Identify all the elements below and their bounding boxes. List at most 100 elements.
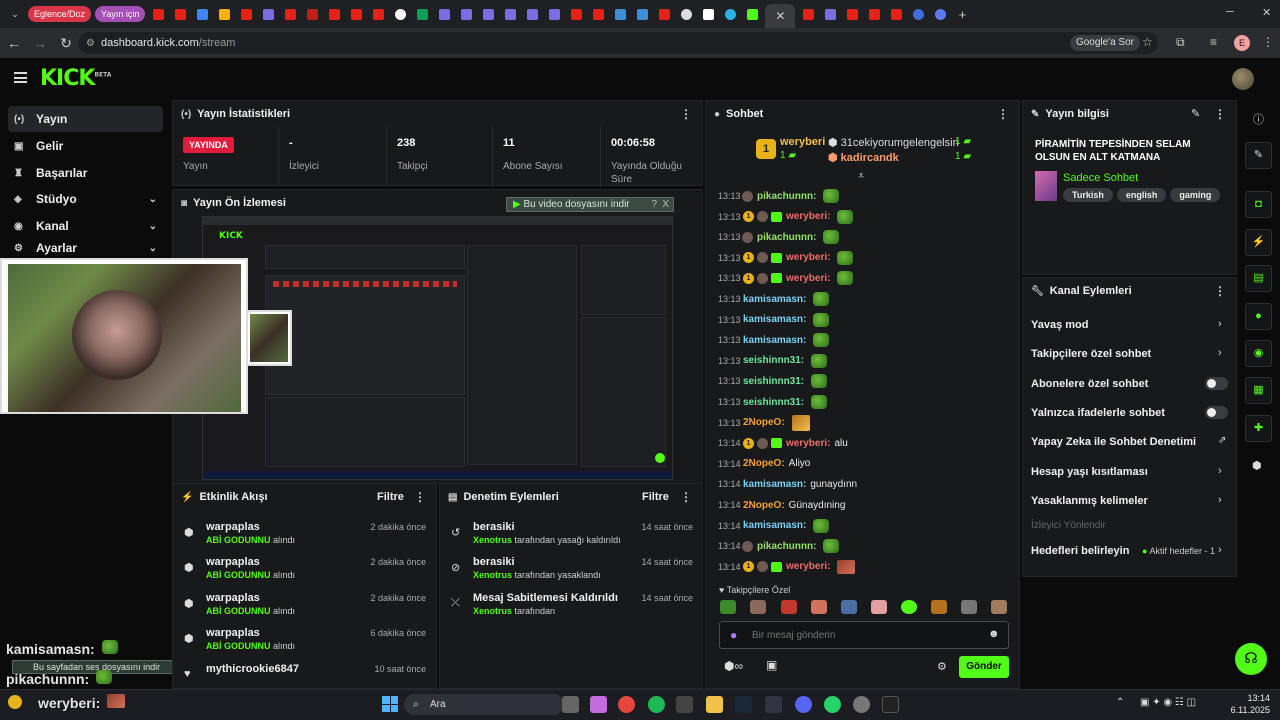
sidebar-item-gelir[interactable]: ▣ Gelir xyxy=(8,133,163,159)
chat-username[interactable]: seishinnn31: xyxy=(743,397,804,408)
kick-points-icon[interactable]: ⬢∞ xyxy=(724,659,743,673)
app-tab-icon[interactable] xyxy=(633,5,651,23)
user-avatar[interactable] xyxy=(1232,68,1254,90)
action-ai-moderation[interactable]: Yapay Zeka ile Sohbet Denetimi xyxy=(1031,436,1196,448)
action-slow-mode[interactable]: Yavaş mod xyxy=(1031,319,1088,331)
pen-tab-icon[interactable] xyxy=(259,5,277,23)
pen-tab-icon[interactable] xyxy=(457,5,475,23)
action-set-goals[interactable]: Hedefleri belirleyin xyxy=(1031,545,1129,557)
subs-only-toggle[interactable] xyxy=(1205,377,1228,390)
help-icon[interactable]: ? xyxy=(651,198,657,211)
emoji-icon[interactable]: ☻ xyxy=(988,628,1000,640)
github-tab-icon[interactable] xyxy=(677,5,695,23)
copilot-icon[interactable] xyxy=(590,696,607,713)
category-link[interactable]: Sadece Sohbet xyxy=(1063,172,1138,184)
emote-icon[interactable] xyxy=(841,600,857,614)
chat-username[interactable]: seishinnn31: xyxy=(743,355,804,366)
mod-user[interactable]: berasiki xyxy=(473,521,515,533)
send-button[interactable]: Gönder xyxy=(959,656,1009,678)
broadcast-rail-icon[interactable]: ◉ xyxy=(1245,340,1272,367)
chat-username[interactable]: kamisamasn: xyxy=(743,314,806,325)
action-followers-only[interactable]: Takipçilere özel sohbet xyxy=(1031,348,1151,360)
info-kebab-icon[interactable]: ⋮ xyxy=(1214,107,1226,121)
chat-settings-icon[interactable]: ⚙ xyxy=(937,660,947,673)
drive-tab-icon[interactable] xyxy=(215,5,233,23)
youtube-tab-icon[interactable] xyxy=(237,5,255,23)
emote-icon[interactable] xyxy=(720,600,736,614)
emote-icon[interactable] xyxy=(901,600,917,614)
pen-tab-icon[interactable] xyxy=(545,5,563,23)
sidebar-item-studyo[interactable]: ◈ Stüdyo ⌄ xyxy=(8,186,163,212)
reload-icon[interactable]: ↻ xyxy=(54,35,78,52)
activity-filter-button[interactable]: Filtre xyxy=(377,491,404,503)
pen-tab-icon[interactable] xyxy=(821,5,839,23)
youtube-tab-icon[interactable] xyxy=(567,5,585,23)
tray-icons[interactable]: ▣ ✦ ◉ ☷ ◫ xyxy=(1140,697,1196,708)
action-subs-only[interactable]: Abonelere özel sohbet xyxy=(1031,378,1148,390)
chevron-right-icon[interactable]: › xyxy=(1218,544,1222,556)
chevron-right-icon[interactable]: › xyxy=(1218,318,1222,330)
new-tab-icon[interactable]: + xyxy=(953,5,971,23)
active-tab-close-icon[interactable]: ✕ xyxy=(765,4,796,28)
chat-username[interactable]: 2NopeO: xyxy=(743,500,785,511)
activity-kebab-icon[interactable]: ⋮ xyxy=(414,490,426,504)
chevron-right-icon[interactable]: › xyxy=(1218,494,1222,506)
app-tab-icon[interactable] xyxy=(909,5,927,23)
chat-username[interactable]: seishinnn31: xyxy=(743,376,804,387)
tab-search-icon[interactable]: ⌄ xyxy=(6,5,24,23)
clip-rail-icon[interactable]: ◘ xyxy=(1245,191,1272,218)
terminal-icon[interactable] xyxy=(882,696,899,713)
emote-icon[interactable] xyxy=(931,600,947,614)
tag-chip[interactable]: Turkish xyxy=(1063,188,1113,202)
sidebar-item-ayarlar[interactable]: ⚙ Ayarlar ⌄ xyxy=(8,240,163,256)
pen-tab-icon[interactable] xyxy=(479,5,497,23)
file-explorer-icon[interactable] xyxy=(706,696,723,713)
emote-icon[interactable] xyxy=(871,600,887,614)
emote-icon[interactable] xyxy=(991,600,1007,614)
emote-icon[interactable] xyxy=(961,600,977,614)
action-emote-only[interactable]: Yalnızca ifadelerle sohbet xyxy=(1031,407,1165,419)
actions-kebab-icon[interactable]: ⋮ xyxy=(1214,284,1226,298)
pen-tab-icon[interactable] xyxy=(501,5,519,23)
close-icon[interactable]: X xyxy=(662,198,669,211)
tab-group-eglence[interactable]: Eglence/Doz xyxy=(28,6,92,22)
chat-username[interactable]: pikachunnn: xyxy=(757,191,816,202)
forward-icon[interactable]: → xyxy=(28,35,52,51)
task-view-icon[interactable] xyxy=(562,696,579,713)
external-link-icon[interactable]: ⇗ xyxy=(1218,435,1226,446)
pen-tab-icon[interactable] xyxy=(435,5,453,23)
action-account-age[interactable]: Hesap yaşı kısıtlaması xyxy=(1031,466,1148,478)
app-icon[interactable] xyxy=(765,696,782,713)
chat-username[interactable]: weryberi: xyxy=(786,211,830,222)
chat-username[interactable]: kamisamasn: xyxy=(743,335,806,346)
support-headset-icon[interactable]: ☊ xyxy=(1235,643,1267,675)
gift-shop-icon[interactable]: ▣ xyxy=(766,658,777,672)
spotify-icon[interactable] xyxy=(648,696,665,713)
sidebar-item-basarilar[interactable]: ♜ Başarılar xyxy=(8,160,163,186)
youtube-tab-icon[interactable] xyxy=(655,5,673,23)
tag-chip[interactable]: english xyxy=(1116,188,1167,202)
youtube-tab-icon[interactable] xyxy=(281,5,299,23)
google-tab-icon[interactable] xyxy=(391,5,409,23)
hamburger-menu-icon[interactable] xyxy=(14,72,27,83)
close-window-icon[interactable]: ✕ xyxy=(1262,6,1271,19)
emote-icon[interactable] xyxy=(750,600,766,614)
back-icon[interactable]: ← xyxy=(2,35,26,51)
app-tab-icon[interactable] xyxy=(721,5,739,23)
event-user[interactable]: warpaplas xyxy=(206,556,260,568)
profile-avatar[interactable]: E xyxy=(1234,35,1250,51)
minimize-icon[interactable]: ─ xyxy=(1226,6,1234,18)
chat-username[interactable]: kamisamasn: xyxy=(743,520,806,531)
bookmark-star-icon[interactable]: ☆ xyxy=(1142,35,1153,49)
obs-icon[interactable] xyxy=(853,696,870,713)
youtube-tab-icon[interactable] xyxy=(347,5,365,23)
youtube-tab-icon[interactable] xyxy=(589,5,607,23)
pen-tab-icon[interactable] xyxy=(523,5,541,23)
chevron-right-icon[interactable]: › xyxy=(1218,347,1222,359)
chevron-right-icon[interactable]: › xyxy=(1218,465,1222,477)
windows-start-icon[interactable] xyxy=(382,696,398,712)
emote-icon[interactable] xyxy=(811,600,827,614)
event-user[interactable]: warpaplas xyxy=(206,521,260,533)
stats-kebab-icon[interactable]: ⋮ xyxy=(680,107,692,121)
google-ask-button[interactable]: Google'a Sor xyxy=(1069,35,1140,51)
